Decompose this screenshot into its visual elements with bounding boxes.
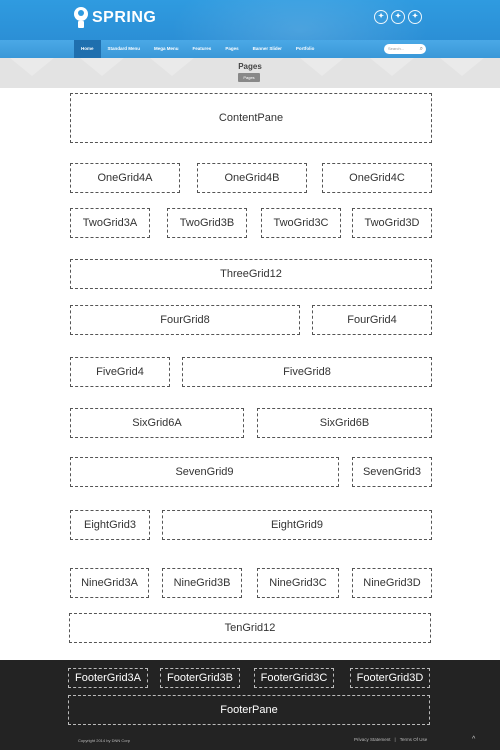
one-grid-4a: OneGrid4A	[70, 163, 180, 193]
eight-grid-9: EightGrid9	[162, 510, 432, 540]
three-grid-12: ThreeGrid12	[70, 259, 432, 289]
social-icon-1[interactable]: ✦	[374, 10, 388, 24]
nine-grid-3b: NineGrid3B	[162, 568, 242, 598]
link-separator: |	[394, 737, 396, 742]
search-placeholder: Search...	[388, 46, 405, 51]
two-grid-3b: TwoGrid3B	[167, 208, 247, 238]
social-icon-3[interactable]: ✦	[408, 10, 422, 24]
two-grid-3a: TwoGrid3A	[70, 208, 150, 238]
search-icon[interactable]: ⌕	[420, 45, 423, 53]
page-title: Pages	[238, 62, 262, 71]
social-icon-2[interactable]: ✦	[391, 10, 405, 24]
one-grid-4c: OneGrid4C	[322, 163, 432, 193]
footer-grid-3a: FooterGrid3A	[68, 668, 148, 688]
footer-grid-3d: FooterGrid3D	[350, 668, 430, 688]
two-grid-3d: TwoGrid3D	[352, 208, 432, 238]
lightbulb-icon	[74, 7, 88, 29]
six-grid-6b: SixGrid6B	[257, 408, 432, 438]
main-nav: Home Standard Menu Mega Menu Features Pa…	[0, 40, 500, 58]
nav-item-mega-menu[interactable]: Mega Menu	[147, 40, 186, 58]
ten-grid-12: TenGrid12	[69, 613, 431, 643]
nav-item-banner-slider[interactable]: Banner Slider	[246, 40, 289, 58]
nine-grid-3a: NineGrid3A	[70, 568, 149, 598]
copyright-text: Copyright 2014 by DNN Corp	[78, 738, 131, 743]
nav-item-standard-menu[interactable]: Standard Menu	[101, 40, 148, 58]
nav-item-pages[interactable]: Pages	[218, 40, 245, 58]
nav-item-features[interactable]: Features	[186, 40, 219, 58]
privacy-link[interactable]: Privacy Statement	[354, 737, 391, 742]
social-links: ✦ ✦ ✦	[374, 10, 422, 24]
eight-grid-3: EightGrid3	[70, 510, 150, 540]
footer-links: Privacy Statement | Terms Of Use	[354, 737, 427, 742]
footer-grid-3b: FooterGrid3B	[160, 668, 240, 688]
nav-item-portfolio[interactable]: Portfolio	[289, 40, 322, 58]
seven-grid-3: SevenGrid3	[352, 457, 432, 487]
site-logo[interactable]: SPRING	[74, 5, 156, 31]
footer-pane: FooterPane	[68, 695, 430, 725]
terms-link[interactable]: Terms Of Use	[400, 737, 428, 742]
back-to-top-icon[interactable]: ^	[472, 736, 475, 743]
logo-text: SPRING	[92, 9, 157, 26]
four-grid-8: FourGrid8	[70, 305, 300, 335]
nine-grid-3c: NineGrid3C	[257, 568, 339, 598]
breadcrumb[interactable]: Pages	[238, 73, 260, 82]
site-header: SPRING ✦ ✦ ✦	[0, 0, 500, 40]
five-grid-4: FiveGrid4	[70, 357, 170, 387]
seven-grid-9: SevenGrid9	[70, 457, 339, 487]
two-grid-3c: TwoGrid3C	[261, 208, 341, 238]
footer-grid-3c: FooterGrid3C	[254, 668, 334, 688]
content-pane: ContentPane	[70, 93, 432, 143]
nine-grid-3d: NineGrid3D	[352, 568, 432, 598]
nav-item-home[interactable]: Home	[74, 40, 101, 58]
five-grid-8: FiveGrid8	[182, 357, 432, 387]
six-grid-6a: SixGrid6A	[70, 408, 244, 438]
four-grid-4: FourGrid4	[312, 305, 432, 335]
one-grid-4b: OneGrid4B	[197, 163, 307, 193]
search-input[interactable]: Search... ⌕	[384, 44, 426, 54]
